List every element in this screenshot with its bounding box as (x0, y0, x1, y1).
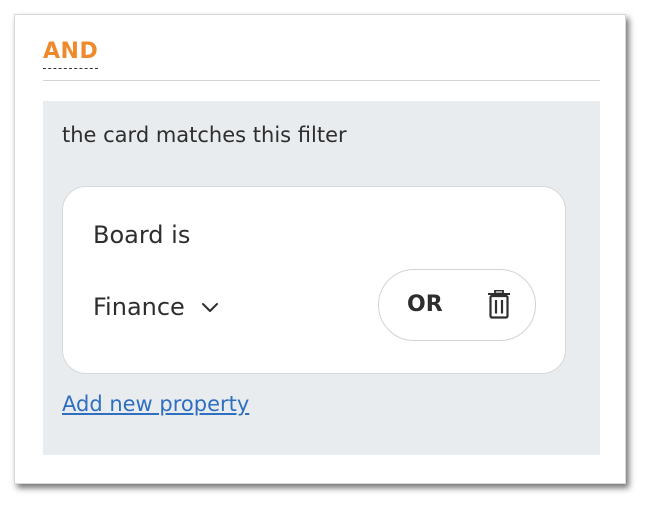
filter-card: Board is Finance OR (62, 186, 566, 374)
trash-icon[interactable] (485, 289, 513, 320)
or-button[interactable]: OR (407, 289, 443, 321)
value-dropdown-label: Finance (93, 293, 185, 321)
operator-toggle[interactable]: AND (43, 37, 99, 69)
property-label: Board is (93, 221, 191, 249)
value-dropdown[interactable]: Finance (93, 290, 221, 324)
divider (43, 80, 600, 81)
filter-panel: AND the card matches this filter Board i… (14, 14, 626, 484)
add-new-property-link[interactable]: Add new property (62, 389, 249, 419)
filter-group: the card matches this filter Board is Fi… (43, 101, 600, 455)
chevron-down-icon (199, 296, 221, 318)
filter-actions: OR (378, 269, 536, 341)
group-title: the card matches this filter (62, 123, 347, 147)
